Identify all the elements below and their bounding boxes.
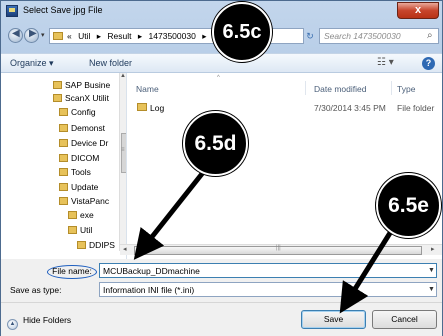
folder-icon [68, 226, 77, 234]
search-placeholder: Search 1473500030 [324, 31, 401, 41]
close-button[interactable]: x [397, 2, 439, 19]
view-options-icon[interactable]: ☷ ▾ [377, 57, 394, 68]
breadcrumb-separator-icon[interactable]: ▸ [97, 31, 101, 41]
tree-item-sap-busine[interactable]: SAP Busine [53, 80, 110, 93]
divider [1, 302, 442, 303]
recent-locations-chevron-icon[interactable]: ▾ [41, 31, 45, 39]
tree-item-label: SAP Busine [65, 80, 111, 90]
breadcrumb-separator-icon[interactable]: ▸ [202, 31, 206, 41]
breadcrumb-1473500030[interactable]: 1473500030 [149, 31, 196, 41]
search-icon[interactable]: ⌕ [427, 30, 433, 41]
tree-item-dicom[interactable]: DICOM [59, 153, 99, 166]
save-as-type-select[interactable]: Information INI file (*.ini) [99, 282, 437, 297]
folder-icon [59, 108, 68, 116]
save-as-type-chevron-icon[interactable]: ▼ [428, 286, 435, 293]
tree-item-tools[interactable]: Tools [59, 167, 91, 180]
tree-item-exe[interactable]: exe [68, 210, 94, 223]
tree-item-label: Demonst [71, 123, 106, 133]
save-as-type-label: Save as type: [10, 285, 62, 295]
scroll-grip-icon: ||| [276, 245, 281, 251]
hide-folders-label: Hide Folders [23, 315, 72, 325]
new-folder-button[interactable]: New folder [89, 58, 132, 68]
file-row-log[interactable]: Log 7/30/2014 3:45 PM File folder [129, 101, 442, 115]
command-toolbar: Organize ▾ New folder ☷ ▾ ? [1, 53, 442, 73]
horizontal-scrollbar[interactable]: ◂ ||| ▸ [120, 244, 442, 255]
tree-item-ddips[interactable]: DDIPS [77, 240, 115, 253]
folder-icon [59, 124, 68, 132]
breadcrumb-separator-icon[interactable]: ▸ [138, 31, 142, 41]
navigation-scrollbar[interactable]: ▲ ≡ [119, 73, 126, 251]
hide-folders-button[interactable]: ▲ Hide Folders [7, 315, 71, 330]
save-form: File name: MCUBackup_DDmachine ▼ Save as… [1, 259, 442, 336]
column-header-type[interactable]: Type [397, 84, 415, 94]
forward-arrow-icon[interactable] [24, 28, 39, 43]
folder-icon [59, 154, 68, 162]
save-button[interactable]: Save [301, 310, 366, 329]
callout-6-5e: 6.5e [376, 173, 441, 238]
callout-6-5d: 6.5d [183, 111, 248, 176]
tree-item-scanx-utilit[interactable]: ScanX Utilit [53, 93, 109, 106]
tree-item-config[interactable]: Config [59, 107, 96, 120]
column-header-date-modified[interactable]: Date modified [314, 84, 366, 94]
tree-item-label: Tools [71, 167, 91, 177]
refresh-icon[interactable]: ↻ [303, 28, 317, 44]
search-input[interactable]: Search 1473500030 ⌕ [319, 28, 439, 44]
tree-item-label: DDIPS [89, 240, 115, 250]
folder-icon [59, 168, 68, 176]
cancel-button[interactable]: Cancel [372, 310, 437, 329]
back-arrow-icon[interactable] [8, 28, 23, 43]
folder-icon [77, 241, 86, 249]
folder-icon [137, 103, 147, 111]
breadcrumb: « Util ▸ Result ▸ 1473500030 ▸ [67, 31, 210, 42]
folder-icon [59, 139, 68, 147]
scroll-grip-icon: ≡ [121, 147, 125, 153]
tree-item-vistapanc[interactable]: VistaPanc [59, 196, 109, 209]
file-name-label: File name: [47, 265, 97, 279]
navigation-pane: SAP Busine ScanX Utilit Config Demonst D… [1, 73, 127, 259]
tree-item-demonst[interactable]: Demonst [59, 123, 105, 136]
tree-item-device-dr[interactable]: Device Dr [59, 138, 108, 151]
tree-item-label: ScanX Utilit [65, 93, 109, 103]
file-name-input[interactable]: MCUBackup_DDmachine [99, 263, 437, 278]
sort-indicator-icon: ^ [217, 75, 220, 81]
folder-icon [53, 94, 62, 102]
tree-item-label: Config [71, 107, 96, 117]
column-divider[interactable] [391, 81, 392, 95]
scroll-up-icon[interactable]: ▲ [120, 73, 126, 79]
file-type: File folder [397, 103, 435, 113]
scroll-right-icon[interactable]: ▸ [431, 245, 435, 253]
tree-item-label: exe [80, 210, 94, 220]
tree-item-label: DICOM [71, 153, 100, 163]
tree-item-util[interactable]: Util [68, 225, 92, 238]
folder-icon [59, 197, 68, 205]
tree-item-label: Util [80, 225, 93, 235]
file-date-modified: 7/30/2014 3:45 PM [314, 103, 386, 113]
window-title: Select Save jpg File [23, 5, 103, 15]
file-name: Log [150, 103, 165, 113]
folder-icon [59, 183, 68, 191]
collapse-chevron-icon: ▲ [7, 319, 18, 330]
folder-icon [68, 211, 77, 219]
callout-6-5c: 6.5c [212, 2, 272, 62]
folder-icon [53, 32, 63, 40]
app-icon [6, 5, 18, 17]
file-name-dropdown-chevron-icon[interactable]: ▼ [428, 267, 435, 274]
column-header-name[interactable]: Name [136, 84, 159, 94]
scroll-left-icon[interactable]: ◂ [123, 245, 127, 253]
organize-button[interactable]: Organize ▾ [10, 58, 54, 69]
tree-item-label: VistaPanc [71, 196, 110, 206]
scroll-thumb[interactable] [121, 133, 126, 173]
breadcrumb-util[interactable]: Util [78, 31, 90, 41]
column-divider[interactable] [305, 81, 306, 95]
breadcrumb-result[interactable]: Result [107, 31, 131, 41]
tree-item-update[interactable]: Update [59, 182, 98, 195]
breadcrumb-overflow[interactable]: « [67, 31, 72, 41]
folder-icon [53, 81, 62, 89]
help-icon[interactable]: ? [422, 57, 435, 70]
tree-item-label: Device Dr [71, 138, 109, 148]
tree-item-label: Update [71, 182, 99, 192]
